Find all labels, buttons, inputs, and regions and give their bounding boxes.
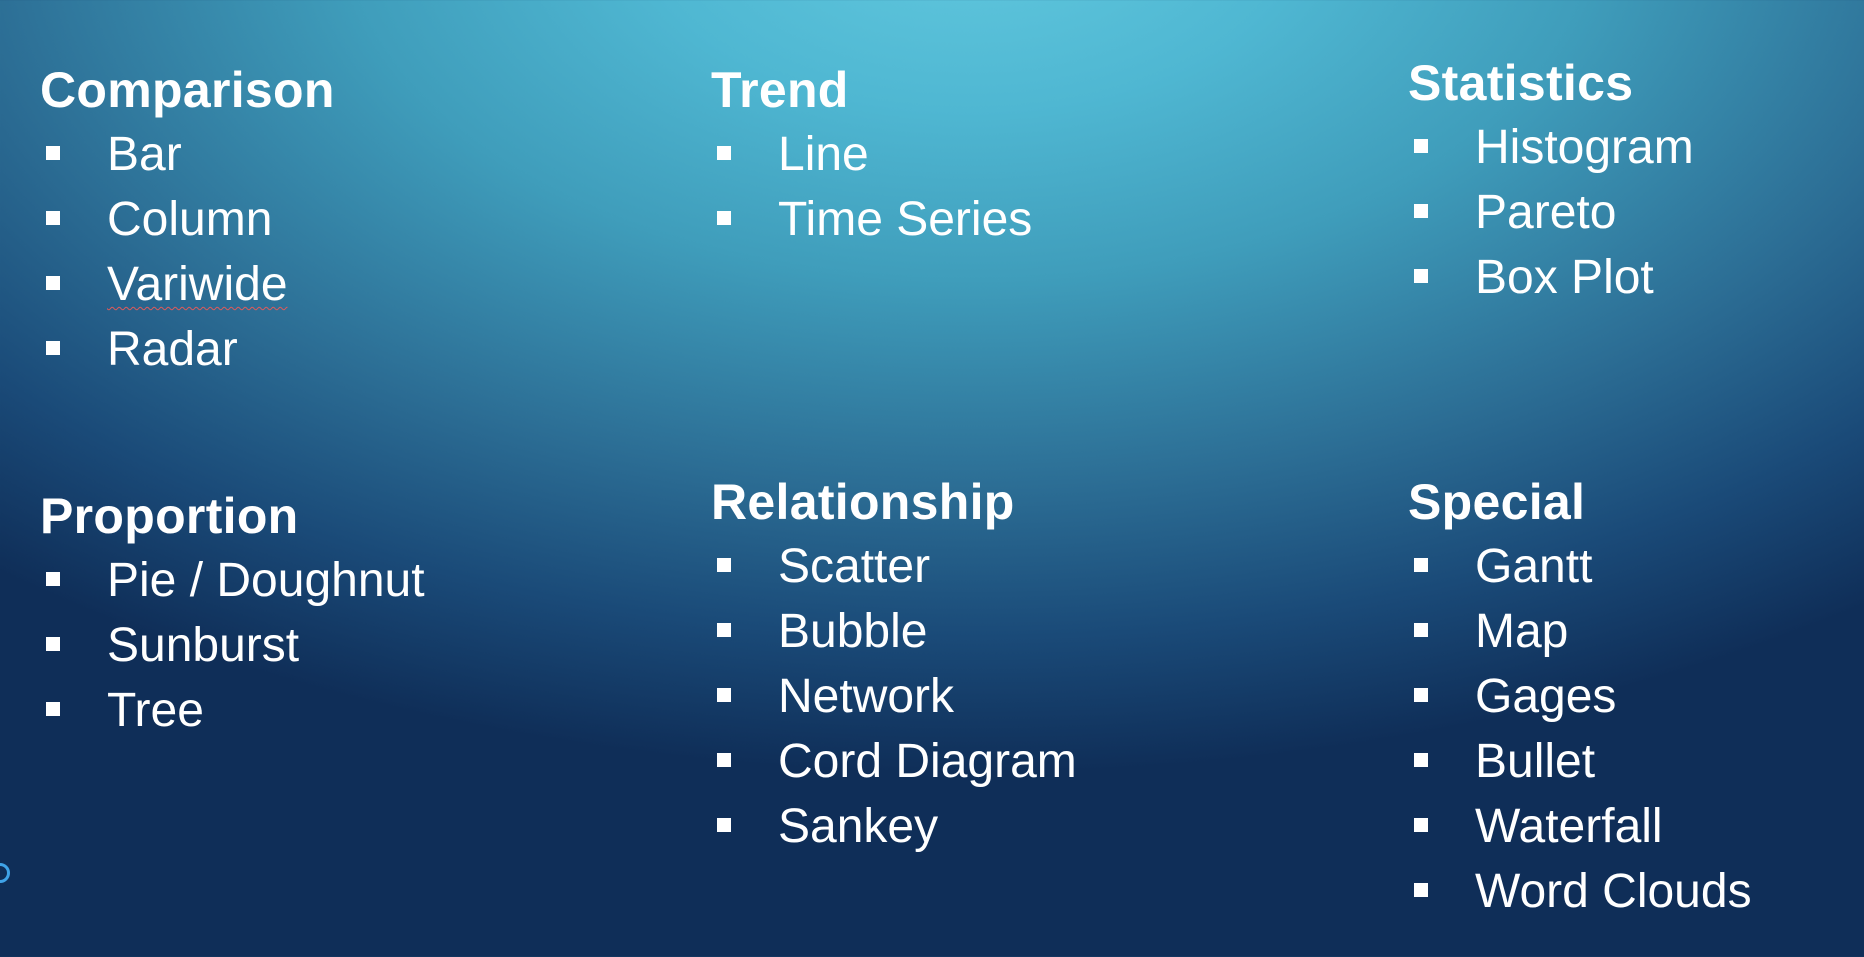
section-heading: Statistics: [1408, 55, 1634, 111]
square-bullet-icon: [46, 146, 60, 160]
list-item: Box Plot: [1408, 245, 1864, 310]
square-bullet-icon: [46, 276, 60, 290]
section-heading: Trend: [711, 62, 849, 118]
square-bullet-icon: [1414, 688, 1428, 702]
section-trend[interactable]: Trend Line Time Series: [711, 58, 1311, 252]
list-item: Bar: [40, 122, 640, 187]
list-item: Sunburst: [40, 613, 640, 678]
slide-canvas: Comparison Bar Column Variwide Radar Tre…: [0, 0, 1864, 957]
list-item: Bullet: [1408, 729, 1864, 794]
square-bullet-icon: [1414, 558, 1428, 572]
list-item: Pie / Doughnut: [40, 548, 640, 613]
list-item: Pareto: [1408, 180, 1864, 245]
list-item-label: Radar: [107, 323, 238, 376]
list-item-label: Tree: [107, 684, 204, 737]
list-item-label: Pareto: [1475, 186, 1617, 239]
list-item: Tree: [40, 678, 640, 743]
square-bullet-icon: [717, 211, 731, 225]
list-item: Time Series: [711, 187, 1311, 252]
section-heading: Proportion: [40, 488, 299, 544]
list-item-label: Line: [778, 128, 869, 181]
list-item: Variwide: [40, 252, 640, 317]
square-bullet-icon: [46, 211, 60, 225]
square-bullet-icon: [1414, 204, 1428, 218]
list-item: Line: [711, 122, 1311, 187]
bullet-list: Histogram Pareto Box Plot: [1408, 115, 1864, 310]
section-statistics[interactable]: Statistics Histogram Pareto Box Plot: [1408, 51, 1864, 310]
list-item-label: Column: [107, 193, 273, 246]
square-bullet-icon: [1414, 269, 1428, 283]
list-item-label: Variwide: [107, 258, 288, 311]
list-item: Word Clouds: [1408, 859, 1864, 924]
bullet-list: Scatter Bubble Network Cord Diagram Sank…: [711, 534, 1311, 859]
list-item-label: Waterfall: [1475, 800, 1663, 853]
list-item-label: Box Plot: [1475, 251, 1654, 304]
square-bullet-icon: [717, 753, 731, 767]
bullet-list: Gantt Map Gages Bullet Waterfall Word Cl…: [1408, 534, 1864, 924]
bullet-list: Bar Column Variwide Radar: [40, 122, 640, 382]
list-item-label: Bar: [107, 128, 182, 181]
square-bullet-icon: [717, 688, 731, 702]
list-item: Cord Diagram: [711, 729, 1311, 794]
list-item: Radar: [40, 317, 640, 382]
list-item: Histogram: [1408, 115, 1864, 180]
list-item-label: Gages: [1475, 670, 1617, 723]
list-item-label: Scatter: [778, 540, 931, 593]
list-item-label: Bubble: [778, 605, 928, 658]
list-item-label: Sunburst: [107, 619, 300, 672]
list-item: Sankey: [711, 794, 1311, 859]
list-item-label: Cord Diagram: [778, 735, 1077, 788]
section-relationship[interactable]: Relationship Scatter Bubble Network Cord…: [711, 470, 1311, 859]
square-bullet-icon: [1414, 818, 1428, 832]
square-bullet-icon: [46, 341, 60, 355]
square-bullet-icon: [1414, 753, 1428, 767]
square-bullet-icon: [46, 702, 60, 716]
list-item: Gantt: [1408, 534, 1864, 599]
list-item-label: Pie / Doughnut: [107, 554, 425, 607]
list-item: Network: [711, 664, 1311, 729]
square-bullet-icon: [1414, 139, 1428, 153]
section-proportion[interactable]: Proportion Pie / Doughnut Sunburst Tree: [40, 484, 640, 743]
list-item: Map: [1408, 599, 1864, 664]
list-item: Scatter: [711, 534, 1311, 599]
list-item-label: Word Clouds: [1475, 865, 1752, 918]
square-bullet-icon: [717, 818, 731, 832]
list-item: Gages: [1408, 664, 1864, 729]
list-item-label: Gantt: [1475, 540, 1593, 593]
list-item: Bubble: [711, 599, 1311, 664]
list-item: Column: [40, 187, 640, 252]
section-comparison[interactable]: Comparison Bar Column Variwide Radar: [40, 58, 640, 382]
list-item: Waterfall: [1408, 794, 1864, 859]
square-bullet-icon: [717, 558, 731, 572]
bullet-list: Pie / Doughnut Sunburst Tree: [40, 548, 640, 743]
list-item-label: Network: [778, 670, 955, 723]
list-item-label: Map: [1475, 605, 1569, 658]
section-heading: Relationship: [711, 474, 1015, 530]
square-bullet-icon: [46, 637, 60, 651]
bullet-list: Line Time Series: [711, 122, 1311, 252]
square-bullet-icon: [46, 572, 60, 586]
list-item-label: Histogram: [1475, 121, 1694, 174]
list-item-label: Sankey: [778, 800, 939, 853]
list-item-label: Bullet: [1475, 735, 1596, 788]
list-item-label: Time Series: [778, 193, 1033, 246]
square-bullet-icon: [717, 146, 731, 160]
section-heading: Comparison: [40, 62, 335, 118]
square-bullet-icon: [717, 623, 731, 637]
square-bullet-icon: [1414, 623, 1428, 637]
square-bullet-icon: [1414, 883, 1428, 897]
circle-handle-icon[interactable]: [0, 863, 10, 883]
section-heading: Special: [1408, 474, 1586, 530]
section-special[interactable]: Special Gantt Map Gages Bullet Waterfall…: [1408, 470, 1864, 924]
